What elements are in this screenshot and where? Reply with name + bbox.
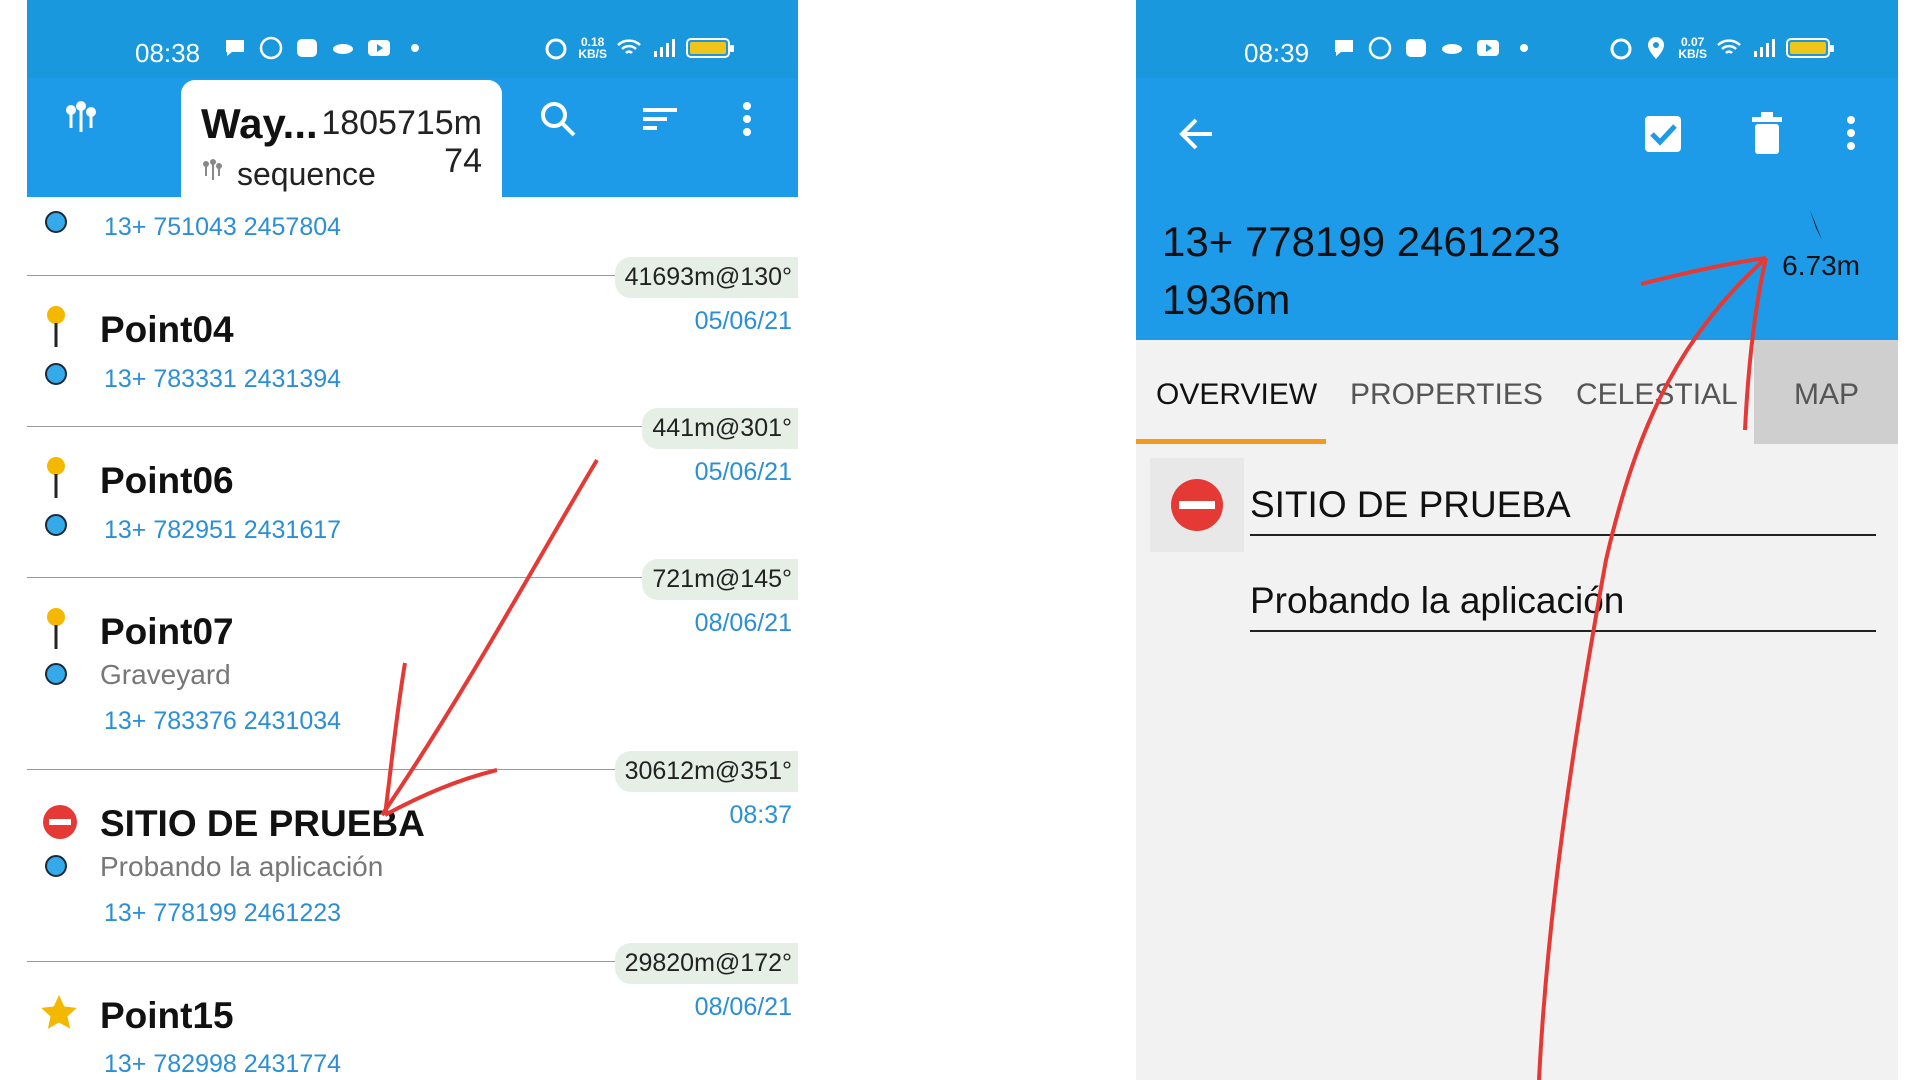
tab-properties[interactable]: PROPERTIES: [1350, 378, 1543, 412]
yellow-pin-icon: [47, 457, 65, 498]
tab-map[interactable]: MAP: [1794, 378, 1859, 412]
mail-icon: [1406, 39, 1426, 57]
waypoint-name-field[interactable]: SITIO DE PRUEBA: [1250, 484, 1876, 536]
notification-icons: [1331, 35, 1537, 61]
bearing-badge: 41693m@130°: [614, 257, 798, 298]
app-bar: Way... 1805715m sequence 74: [27, 78, 798, 198]
mail-icon: [297, 39, 317, 57]
detail-header: 13+ 778199 2461223 1936m 6.73m: [1136, 78, 1898, 340]
yellow-pin-icon: [47, 608, 65, 649]
battery-icon: [686, 38, 734, 58]
back-arrow-icon[interactable]: [1176, 114, 1216, 154]
waypoint-date: 05/06/21: [694, 307, 792, 335]
status-bar: 08:38 0.18 KB/S: [27, 0, 798, 78]
alarm-icon: [545, 38, 567, 60]
waypoint-name: Point15: [100, 995, 234, 1036]
yellow-pin-icon: [47, 306, 65, 347]
bearing-badge: 29820m@172°: [614, 943, 798, 984]
location-dot-icon: [45, 211, 67, 233]
compass-pointer-icon: [1810, 210, 1822, 240]
more-options-icon[interactable]: [735, 98, 759, 140]
location-dot-icon: [45, 663, 67, 685]
bird-icon: [1442, 44, 1462, 54]
youtube-icon: [1477, 40, 1499, 56]
bearing-badge: 30612m@351°: [614, 751, 798, 792]
location-dot-icon: [45, 363, 67, 385]
active-tab-indicator: [1136, 439, 1326, 444]
dot-icon: [1520, 44, 1528, 52]
bearing-badge: 441m@301°: [642, 408, 798, 449]
waypoint-coordinate: 13+ 778199 2461223: [1162, 218, 1561, 265]
chat-icon: [226, 40, 244, 56]
list-title-card[interactable]: Way... 1805715m sequence 74: [181, 80, 502, 198]
network-speed: 0.07 KB/S: [1678, 35, 1707, 61]
waypoint-name: Point04: [100, 309, 234, 350]
waypoint-description-field[interactable]: Probando la aplicación: [1250, 580, 1876, 632]
no-entry-icon: [1171, 479, 1223, 531]
total-distance: 1805715m: [321, 104, 482, 142]
waypoint-coordinate[interactable]: 13+ 782998 2431774: [104, 1050, 341, 1079]
no-entry-icon: [43, 805, 77, 839]
waypoint-altitude: 1936m: [1162, 276, 1291, 323]
location-dot-icon: [45, 855, 67, 877]
tab-celestial[interactable]: CELESTIAL: [1576, 378, 1738, 412]
system-icons: 0.07 KB/S: [1608, 35, 1834, 61]
whatsapp-icon: [1368, 36, 1392, 60]
bearing-badge: 721m@145°: [642, 559, 798, 600]
chat-icon: [1335, 40, 1353, 56]
notification-icons: [222, 35, 428, 61]
search-icon[interactable]: [537, 98, 579, 140]
delete-icon[interactable]: [1750, 112, 1784, 156]
checkbox-icon[interactable]: [1643, 114, 1683, 154]
wifi-icon: [1717, 39, 1741, 54]
waypoint-icon-picker[interactable]: [1150, 458, 1244, 552]
distance-to-waypoint: 6.73m: [1782, 250, 1860, 281]
waypoint-detail-screen: 08:39 0.07 KB/S 13+ 778199 2461223 1936m …: [1136, 0, 1898, 1080]
waypoint-coordinate[interactable]: 13+ 751043 2457804: [104, 213, 341, 242]
location-dot-icon: [45, 514, 67, 536]
waypoint-description: Graveyard: [100, 659, 231, 690]
whatsapp-icon: [259, 36, 283, 60]
waypoint-date: 05/06/21: [694, 458, 792, 486]
sort-mode: sequence: [237, 156, 376, 192]
status-time: 08:39: [1244, 38, 1310, 68]
star-icon: [41, 995, 77, 1029]
waypoint-date: 08/06/21: [694, 609, 792, 637]
waypoint-coordinate[interactable]: 13+ 782951 2431617: [104, 516, 341, 545]
tab-bar: OVERVIEW PROPERTIES CELESTIAL MAP: [1136, 340, 1898, 444]
waypoint-name: Point06: [100, 460, 234, 501]
status-time: 08:38: [135, 38, 201, 68]
waypoints-icon[interactable]: [61, 98, 101, 138]
sequence-icon: [203, 159, 222, 180]
waypoint-coordinate[interactable]: 13+ 783331 2431394: [104, 365, 341, 394]
location-icon: [1648, 37, 1665, 59]
bird-icon: [333, 44, 353, 54]
youtube-icon: [368, 40, 390, 56]
list-title: Way...: [201, 100, 318, 147]
tab-overview[interactable]: OVERVIEW: [1156, 378, 1317, 412]
waypoint-list-screen: 08:38 0.18 KB/S Way... 1805715m sequence …: [27, 0, 798, 1080]
waypoint-coordinate[interactable]: 13+ 778199 2461223: [104, 899, 341, 928]
wifi-icon: [617, 39, 641, 54]
waypoint-date: 08:37: [729, 801, 792, 829]
dot-icon: [411, 44, 419, 52]
network-speed: 0.18 KB/S: [578, 35, 607, 61]
status-bar: 08:39 0.07 KB/S: [1136, 0, 1898, 78]
battery-icon: [1786, 38, 1834, 58]
signal-icon: [654, 39, 675, 57]
more-options-icon[interactable]: [1839, 114, 1863, 156]
waypoint-name: SITIO DE PRUEBA: [100, 803, 425, 844]
signal-icon: [1754, 39, 1775, 57]
waypoint-description: Probando la aplicación: [100, 851, 384, 882]
waypoint-date: 08/06/21: [694, 993, 792, 1021]
waypoint-count: 74: [444, 142, 482, 180]
waypoint-coordinate[interactable]: 13+ 783376 2431034: [104, 707, 341, 736]
alarm-icon: [1610, 38, 1632, 60]
sort-icon[interactable]: [639, 98, 681, 140]
waypoint-name: Point07: [100, 611, 234, 652]
system-icons: 0.18 KB/S: [543, 35, 734, 61]
